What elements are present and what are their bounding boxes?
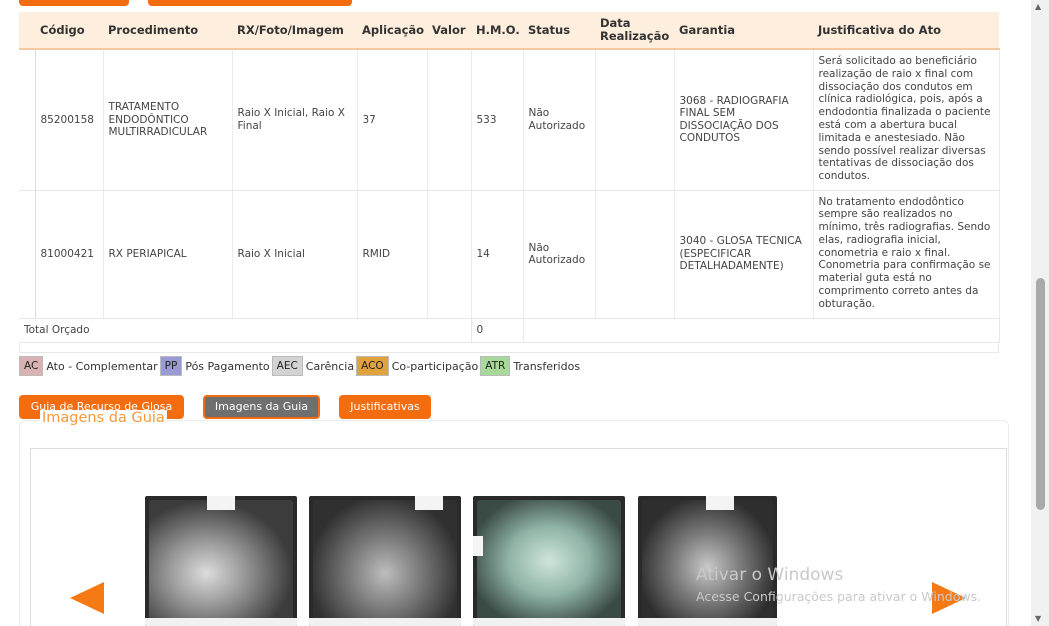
cell-hmo: 14 [471,190,524,319]
gallery-prev-arrow-icon[interactable] [70,582,104,614]
cell-garantia: 3068 - RADIOGRAFIA FINAL SEM DISSOCIAÇÃO… [674,49,814,191]
legend-badge-aec: AEC [271,356,303,376]
table-row[interactable]: 85200158 TRATAMENTO ENDODÔNTICO MULTIRRA… [19,49,1000,191]
xray-thumbnail-2[interactable] [309,496,461,626]
row-spacer [19,49,36,191]
procedures-table: Código Procedimento RX/Foto/Imagem Aplic… [19,12,1000,343]
header-aplicacao[interactable]: Aplicação [357,12,427,50]
header-garantia[interactable]: Garantia [674,12,813,50]
status-legend: AC Ato - Complementar PP Pós Pagamento A… [19,356,582,376]
header-data-realizacao[interactable]: Data Realização [595,12,674,50]
header-justificativa[interactable]: Justificativa do Ato [813,12,999,50]
watermark-line-1: Ativar o Windows [696,565,844,585]
cell-status: Não Autorizado [523,49,596,191]
scroll-down-icon[interactable]: ▼ [1035,614,1041,623]
cell-data-realizacao [595,190,675,319]
legend-label-pp: Pós Pagamento [185,359,270,373]
top-button-2[interactable] [148,0,352,6]
images-panel-title: Imagens da Guia [40,410,167,426]
cell-aplicacao: RMID [357,190,428,319]
watermark-line-2: Acesse Configurações para ativar o Windo… [696,589,982,604]
header-hmo[interactable]: H.M.O. [471,12,523,50]
legend-label-atr: Transferidos [513,359,581,373]
cell-valor [427,190,472,319]
header-procedimento[interactable]: Procedimento [103,12,232,50]
justificativas-button[interactable]: Justificativas [339,395,431,419]
cell-procedimento: RX PERIAPICAL [103,190,233,319]
cell-justificativa: No tratamento endodôntico sempre são rea… [813,190,1000,319]
cell-codigo: 81000421 [35,190,104,319]
header-codigo[interactable]: Código [35,12,103,50]
xray-thumbnail-3[interactable] [473,496,625,626]
cell-procedimento: TRATAMENTO ENDODÔNTICO MULTIRRADICULAR [103,49,233,191]
table-header-row: Código Procedimento RX/Foto/Imagem Aplic… [19,12,999,50]
cell-hmo: 533 [471,49,524,191]
windows-activation-watermark: Ativar o Windows Acesse Configurações pa… [696,565,981,604]
legend-badge-aco: ACO [356,356,389,376]
scrollbar-thumb[interactable] [1036,278,1045,510]
legend-badge-ac: AC [19,356,44,376]
top-button-1[interactable] [19,0,129,6]
header-spacer [19,12,35,50]
cell-justificativa: Será solicitado ao beneficiário realizaç… [813,49,1000,191]
xray-thumbnail-1[interactable] [145,496,297,626]
total-hmo: 0 [471,318,524,343]
imagens-da-guia-button[interactable]: Imagens da Guia [203,395,320,419]
table-row[interactable]: 81000421 RX PERIAPICAL Raio X Inicial RM… [19,190,1000,319]
header-rx[interactable]: RX/Foto/Imagem [232,12,357,50]
legend-label-ac: Ato - Complementar [46,359,158,373]
cell-status: Não Autorizado [523,190,596,319]
cell-data-realizacao [595,49,675,191]
header-valor[interactable]: Valor [427,12,471,50]
legend-label-aco: Co-participação [391,359,479,373]
legend-label-aec: Carência [305,359,355,373]
cell-rx: Raio X Inicial [232,190,358,319]
legend-badge-atr: ATR [480,356,511,376]
scroll-up-icon[interactable]: ▲ [1035,2,1041,11]
cell-codigo: 85200158 [35,49,104,191]
table-footer-spacer [19,342,999,353]
legend-badge-pp: PP [159,356,183,376]
total-label: Total Orçado [19,318,472,343]
cell-garantia: 3040 - GLOSA TECNICA (ESPECIFICAR DETALH… [674,190,814,319]
procedures-table-wrapper: Código Procedimento RX/Foto/Imagem Aplic… [19,12,1000,353]
xray-thumbnail-4[interactable] [638,496,777,626]
cell-valor [427,49,472,191]
cell-rx: Raio X Inicial, Raio X Final [232,49,358,191]
total-row: Total Orçado 0 [19,318,1000,343]
row-spacer [19,190,36,319]
cell-aplicacao: 37 [357,49,428,191]
header-status[interactable]: Status [523,12,595,50]
total-empty [523,318,1000,343]
